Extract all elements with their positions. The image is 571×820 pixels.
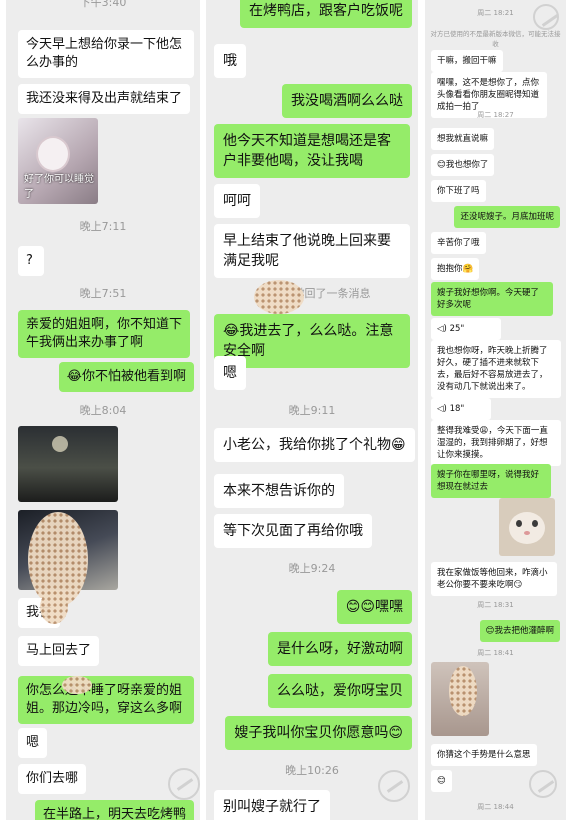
voice-icon: ◁) — [437, 404, 450, 414]
message-bubble[interactable]: 呵呵 — [214, 184, 260, 218]
mosaic-blur — [254, 280, 304, 314]
message-bubble-sent[interactable]: 嫂子你在哪里呀，说得我好想现在就过去 — [431, 464, 551, 498]
message-bubble-sent[interactable]: 😊我去把他灌醉啊 — [479, 620, 560, 642]
message-bubble-sent[interactable]: 😊😊嘿嘿 — [336, 590, 412, 624]
message-bubble[interactable]: 别叫嫂子就行了 — [214, 790, 330, 820]
timestamp: 晚上9:24 — [288, 562, 336, 575]
watermark-icon — [168, 768, 200, 800]
watermark-icon — [529, 770, 557, 798]
message-bubble-sent[interactable]: 嫂子我叫你宝贝你愿意吗😊 — [225, 716, 412, 750]
message-bubble[interactable]: 嗯 — [18, 728, 48, 758]
message-bubble[interactable]: 整得我难受😩，今天下面一直湿湿的，我到排卵期了，好想让你来摸摸。 — [431, 420, 561, 466]
message-bubble[interactable]: 嗯 — [214, 356, 246, 390]
message-bubble[interactable]: 你们去哪 — [18, 764, 87, 794]
message-bubble-sent[interactable]: 是什么呀，好激动啊 — [268, 632, 412, 666]
message-bubble[interactable]: 想我就直说嘛 — [431, 128, 495, 150]
message-bubble[interactable]: 哦 — [214, 44, 246, 78]
recall-notice: 撤回了一条消息 — [293, 287, 371, 300]
voice-duration: 18" — [449, 404, 465, 414]
mosaic-blur — [449, 666, 477, 716]
message-bubble[interactable]: 我在家做饭等他回来，咋滴小老公你要不要来吃啊😏 — [431, 562, 557, 596]
message-bubble[interactable]: ? — [18, 246, 44, 276]
message-bubble[interactable]: 本来不想告诉你的 — [214, 474, 344, 508]
message-bubble-sent[interactable]: 😂你不怕被他看到啊 — [58, 362, 194, 392]
message-bubble[interactable]: 今天早上想给你录一下他怎么办事的 — [18, 30, 194, 78]
chat-panel-3[interactable]: 周二 18:21 对方已使用的不是最新版本微信，可能无法接收 干嘛，搬回干嘛 嘿… — [425, 0, 566, 820]
timestamp: 晚上7:51 — [79, 287, 127, 300]
timestamp: 晚上8:04 — [79, 404, 127, 417]
message-bubble[interactable]: 我也想你呀，昨天晚上折腾了好久，硬了插不进来就软下去，最后好不容易放进去了，没有… — [431, 340, 561, 398]
voice-duration: 25" — [449, 324, 465, 334]
chat-panel-1[interactable]: 下午3:40 今天早上想给你录一下他怎么办事的 我还没来得及出声就结束了 好了你… — [6, 0, 200, 820]
message-bubble[interactable]: 抱抱你🤗 — [431, 258, 480, 280]
system-notice: 对方已使用的不是最新版本微信，可能无法接收 — [430, 30, 561, 48]
mosaic-blur — [62, 676, 92, 694]
message-bubble[interactable]: 干嘛，搬回干嘛 — [431, 50, 503, 72]
voice-message[interactable]: ◁) 25" — [431, 318, 501, 340]
mosaic-blur — [40, 590, 68, 624]
photo-message[interactable] — [18, 426, 118, 502]
cat-sticker[interactable] — [499, 498, 555, 556]
message-bubble[interactable]: 辛苦你了哦 — [431, 232, 486, 254]
voice-message[interactable]: ◁) 18" — [431, 398, 491, 420]
timestamp: 周二 18:27 — [477, 111, 514, 119]
message-bubble-sent[interactable]: 他今天不知道是想喝还是客户非要他喝，没让我喝 — [214, 124, 410, 178]
message-bubble[interactable]: 马上回去了 — [18, 636, 100, 666]
message-bubble-sent[interactable]: 在烤鸭店，跟客户吃饭呢 — [240, 0, 412, 28]
hand-image — [36, 136, 70, 172]
watermark-icon — [533, 4, 559, 30]
message-bubble[interactable]: 你下班了吗 — [431, 180, 486, 202]
message-bubble[interactable]: 我还没来得及出声就结束了 — [18, 84, 191, 114]
message-bubble-sent[interactable]: 亲爱的姐姐啊，你不知道下午我俩出来办事了啊 — [18, 310, 190, 358]
message-bubble[interactable]: 😊 — [431, 770, 452, 792]
timestamp: 晚上7:11 — [79, 220, 127, 233]
chat-panel-2[interactable]: 在烤鸭店，跟客户吃饭呢 哦 我没喝酒啊么么哒 他今天不知道是想喝还是客户非要他喝… — [206, 0, 418, 820]
timestamp: 晚上9:11 — [288, 404, 336, 417]
photo-caption: 好了你可以睡觉了 — [24, 174, 94, 200]
message-bubble-sent[interactable]: 你怎么还不睡了呀亲爱的姐姐。那边冷吗，穿这么多啊 — [18, 676, 194, 724]
message-bubble[interactable]: 你猜这个手势是什么意思 — [431, 744, 537, 766]
message-bubble-sent[interactable]: 我没喝酒啊么么哒 — [282, 84, 412, 118]
message-bubble[interactable]: 😊我也想你了 — [431, 154, 495, 176]
message-bubble-sent[interactable]: 嫂子我好想你啊。今天硬了好多次呢 — [431, 282, 553, 316]
watermark-icon — [378, 770, 410, 802]
message-bubble[interactable]: 小老公，我给你挑了个礼物😁 — [214, 428, 415, 462]
timestamp: 周二 18:41 — [477, 649, 514, 657]
message-bubble-sent[interactable]: 还没呢嫂子。月底加班呢 — [454, 206, 560, 228]
photo-message[interactable]: 好了你可以睡觉了 — [18, 118, 98, 204]
timestamp: 下午3:40 — [79, 0, 127, 9]
message-bubble[interactable]: 早上结束了他说晚上回来要满足我呢 — [214, 224, 410, 278]
timestamp: 周二 18:31 — [477, 601, 514, 609]
message-bubble[interactable]: 等下次见面了再给你哦 — [214, 514, 372, 548]
message-bubble-sent[interactable]: 么么哒，爱你呀宝贝 — [268, 674, 412, 708]
voice-icon: ◁) — [437, 324, 450, 334]
timestamp: 周二 18:44 — [477, 803, 514, 811]
message-bubble-sent[interactable]: 在半路上，明天去吃烤鸭 — [34, 800, 194, 820]
